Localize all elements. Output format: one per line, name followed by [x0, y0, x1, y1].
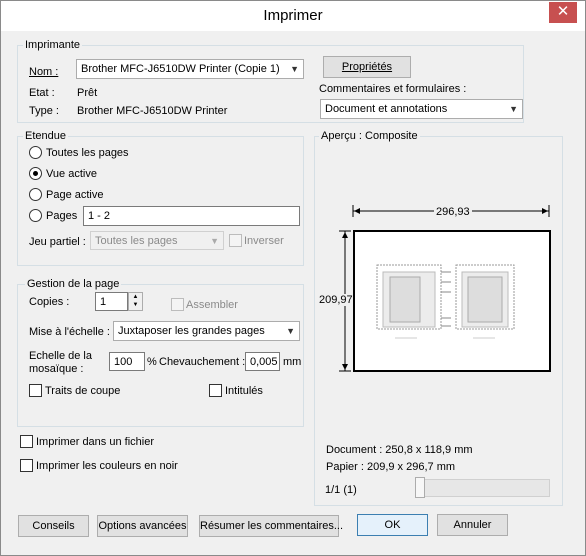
tips-button[interactable]: Conseils	[18, 515, 89, 537]
labels-checkbox[interactable]	[209, 384, 222, 397]
radio-current-page[interactable]	[29, 188, 42, 201]
comments-value: Document et annotations	[325, 103, 448, 115]
cut-marks-checkbox[interactable]	[29, 384, 42, 397]
advanced-options-button[interactable]: Options avancées	[97, 515, 188, 537]
pages-label: Pages	[46, 210, 78, 222]
reverse-checkbox[interactable]	[229, 234, 242, 247]
document-size: Document : 250,8 x 118,9 mm	[326, 444, 473, 456]
radio-all-pages[interactable]	[29, 146, 42, 159]
subset-value: Toutes les pages	[95, 235, 178, 247]
print-to-file-label: Imprimer dans un fichier	[36, 436, 154, 448]
comments-select[interactable]: Document et annotations ▼	[320, 99, 523, 119]
summarize-comments-button[interactable]: Résumer les commentaires...	[199, 515, 343, 537]
current-view-label: Vue active	[46, 168, 97, 180]
chevron-down-icon: ▼	[290, 64, 299, 74]
tile-scale-label-1: Echelle de la	[29, 350, 92, 362]
overlap-unit: mm	[283, 356, 302, 368]
cancel-button[interactable]: Annuler	[437, 514, 508, 536]
collate-label: Assembler	[186, 299, 238, 311]
range-group-title: Etendue	[23, 130, 68, 142]
dialog-title: Imprimer	[263, 7, 323, 24]
printer-name-label: Nom :	[29, 66, 59, 78]
printer-group-title: Imprimante	[23, 39, 83, 51]
chevron-down-icon: ▼	[286, 326, 295, 336]
print-black-label: Imprimer les couleurs en noir	[36, 460, 178, 472]
all-pages-label: Toutes les pages	[46, 147, 129, 159]
current-page-label: Page active	[46, 189, 104, 201]
reverse-label: Inverser	[244, 235, 284, 247]
printer-type-value: Brother MFC-J6510DW Printer	[77, 105, 228, 117]
print-to-file-checkbox[interactable]	[20, 435, 33, 448]
labels-label: Intitulés	[225, 385, 263, 397]
print-black-checkbox[interactable]	[20, 459, 33, 472]
preview-width: 296,93	[434, 206, 472, 218]
preview-height: 209,97	[319, 294, 353, 306]
page-handling-title: Gestion de la page	[25, 278, 122, 290]
radio-pages[interactable]	[29, 209, 42, 222]
ok-button[interactable]: OK	[357, 514, 428, 536]
ok-button-label: OK	[384, 519, 401, 531]
printer-state-label: Etat :	[29, 87, 55, 99]
printer-state-value: Prêt	[77, 87, 98, 99]
cancel-button-label: Annuler	[453, 519, 492, 531]
collate-checkbox[interactable]	[171, 298, 184, 311]
title-bar: Imprimer ✕	[1, 1, 585, 31]
preview-thumbnail	[376, 264, 515, 339]
page-slider[interactable]	[415, 479, 550, 497]
cut-marks-label: Traits de coupe	[45, 385, 121, 397]
printer-type-label: Type :	[29, 105, 59, 117]
spin-up-icon[interactable]: ▲	[129, 293, 142, 301]
close-button[interactable]: ✕	[549, 2, 577, 23]
copies-spinner[interactable]: ▲ ▼	[128, 292, 143, 311]
summarize-comments-label: Résumer les commentaires...	[200, 520, 344, 532]
scaling-label: Mise à l'échelle :	[29, 326, 110, 338]
tips-button-label: Conseils	[32, 520, 75, 532]
radio-current-view[interactable]	[29, 167, 42, 180]
scaling-select[interactable]: Juxtaposer les grandes pages ▼	[113, 321, 300, 341]
close-icon: ✕	[556, 3, 570, 20]
spin-down-icon[interactable]: ▼	[129, 301, 142, 309]
paper-size: Papier : 209,9 x 296,7 mm	[326, 461, 456, 473]
copies-input[interactable]: 1	[95, 292, 128, 311]
preview-page	[353, 230, 551, 372]
comments-label: Commentaires et formulaires :	[319, 83, 467, 95]
page-indicator: 1/1 (1)	[325, 484, 357, 496]
subset-select[interactable]: Toutes les pages ▼	[90, 231, 224, 250]
preview-title: Aperçu : Composite	[319, 130, 420, 142]
tile-scale-input[interactable]: 100	[109, 352, 145, 371]
subset-label: Jeu partiel :	[29, 236, 86, 248]
properties-button-label: Propriétés	[341, 61, 393, 73]
properties-button[interactable]: Propriétés	[323, 56, 411, 78]
printer-name-value: Brother MFC-J6510DW Printer (Copie 1)	[81, 63, 280, 75]
percent-label: %	[147, 356, 157, 368]
page-slider-thumb[interactable]	[415, 477, 425, 498]
overlap-input[interactable]: 0,005	[245, 352, 280, 371]
tile-scale-label-2: mosaïque :	[29, 363, 84, 375]
chevron-down-icon: ▼	[210, 236, 219, 246]
pages-input[interactable]: 1 - 2	[83, 206, 300, 226]
printer-name-select[interactable]: Brother MFC-J6510DW Printer (Copie 1) ▼	[76, 59, 304, 79]
chevron-down-icon: ▼	[509, 104, 518, 114]
advanced-options-label: Options avancées	[98, 520, 187, 532]
copies-label: Copies :	[29, 296, 70, 308]
print-dialog: Imprimer ✕ Imprimante Nom : Brother MFC-…	[0, 0, 586, 556]
overlap-label: Chevauchement :	[159, 356, 246, 368]
scaling-value: Juxtaposer les grandes pages	[118, 325, 265, 337]
